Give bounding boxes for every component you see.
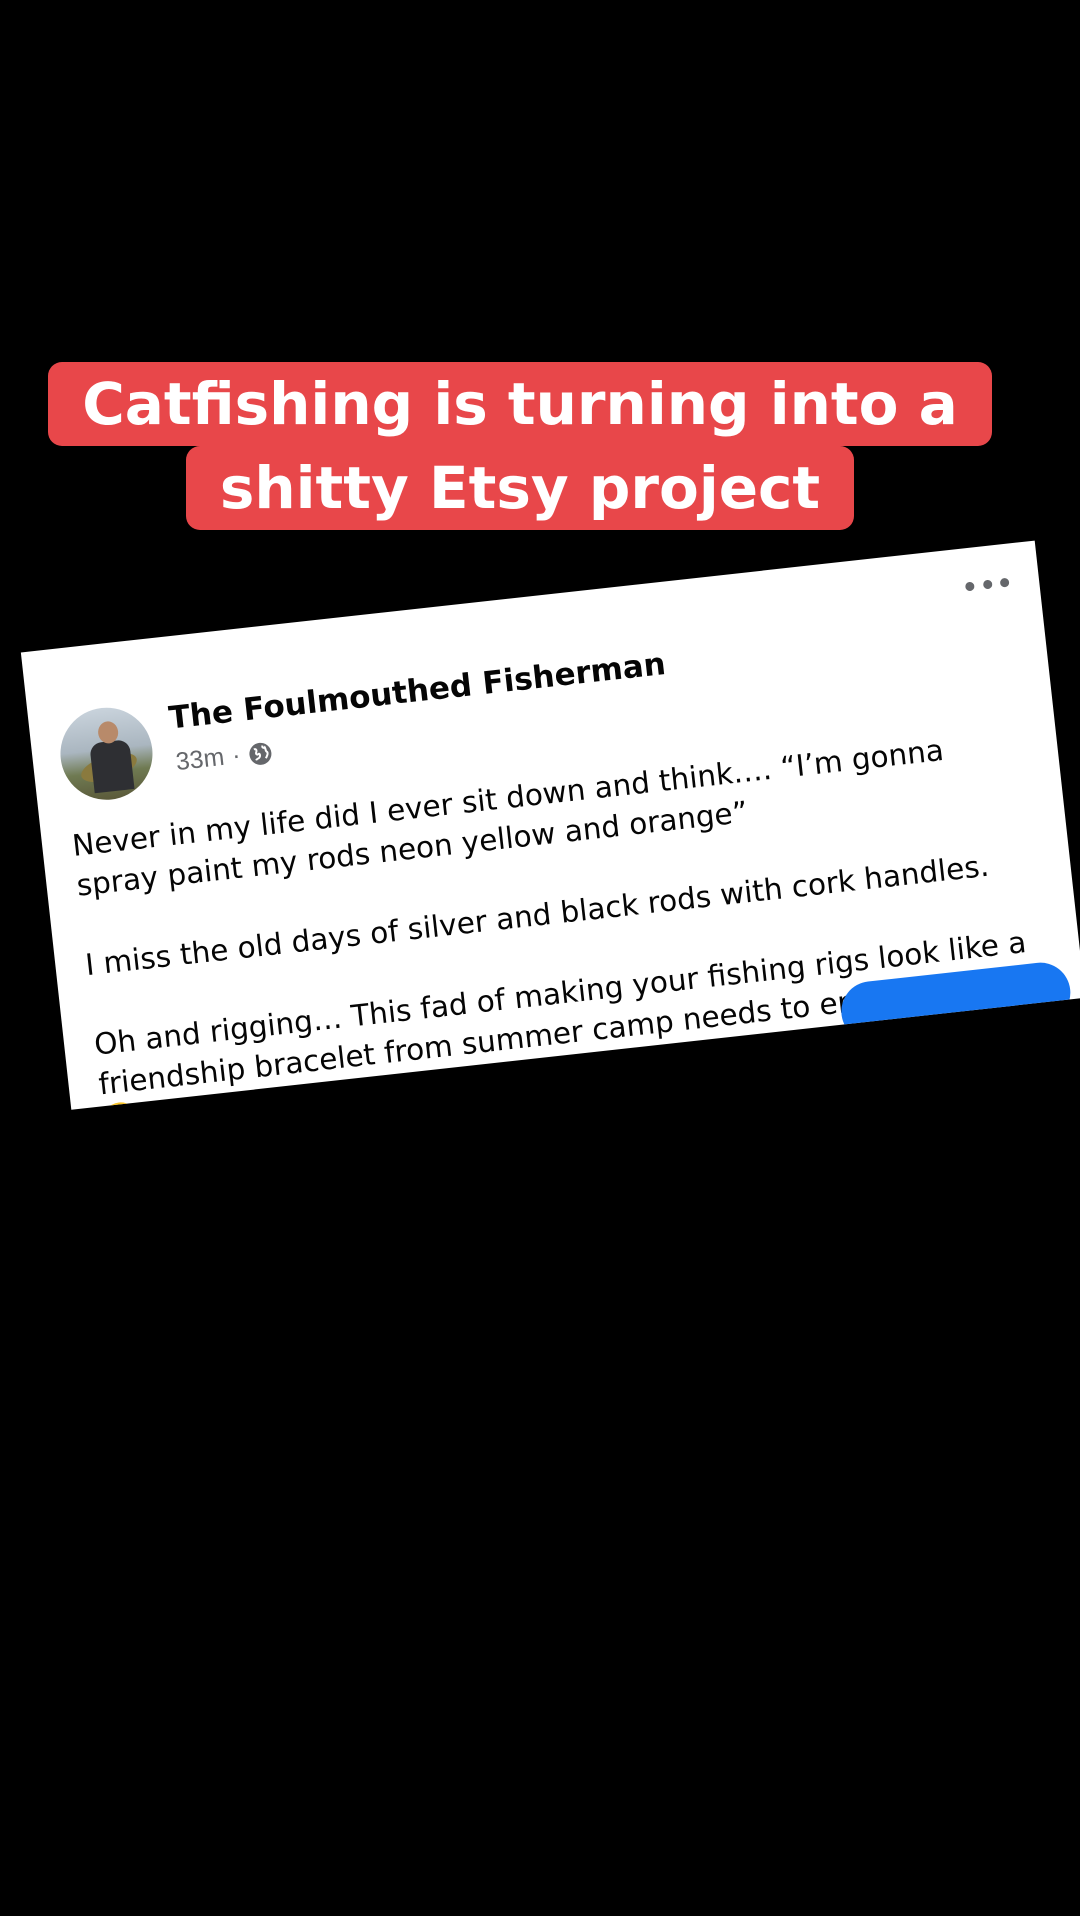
poster-name[interactable]: The Foulmouthed Fisherman — [167, 646, 667, 737]
more-options-icon[interactable] — [964, 574, 1010, 595]
caption-line-1: Catfishing is turning into a — [48, 362, 992, 446]
meta-separator: · — [230, 741, 242, 770]
avatar[interactable] — [55, 702, 158, 805]
laughing-crying-emoji-icon — [100, 1100, 141, 1110]
avatar-person — [89, 739, 135, 794]
post-meta: 33m · — [174, 738, 274, 777]
caption-overlay: Catfishing is turning into a shitty Etsy… — [0, 362, 1040, 530]
caption-line-2: shitty Etsy project — [185, 446, 855, 530]
facebook-post-card: The Foulmouthed Fisherman 33m · Never in… — [20, 540, 1080, 1110]
globe-icon — [249, 742, 272, 765]
post-body: Never in my life did I ever sit down and… — [70, 721, 1059, 1110]
post-timestamp[interactable]: 33m — [174, 743, 226, 777]
